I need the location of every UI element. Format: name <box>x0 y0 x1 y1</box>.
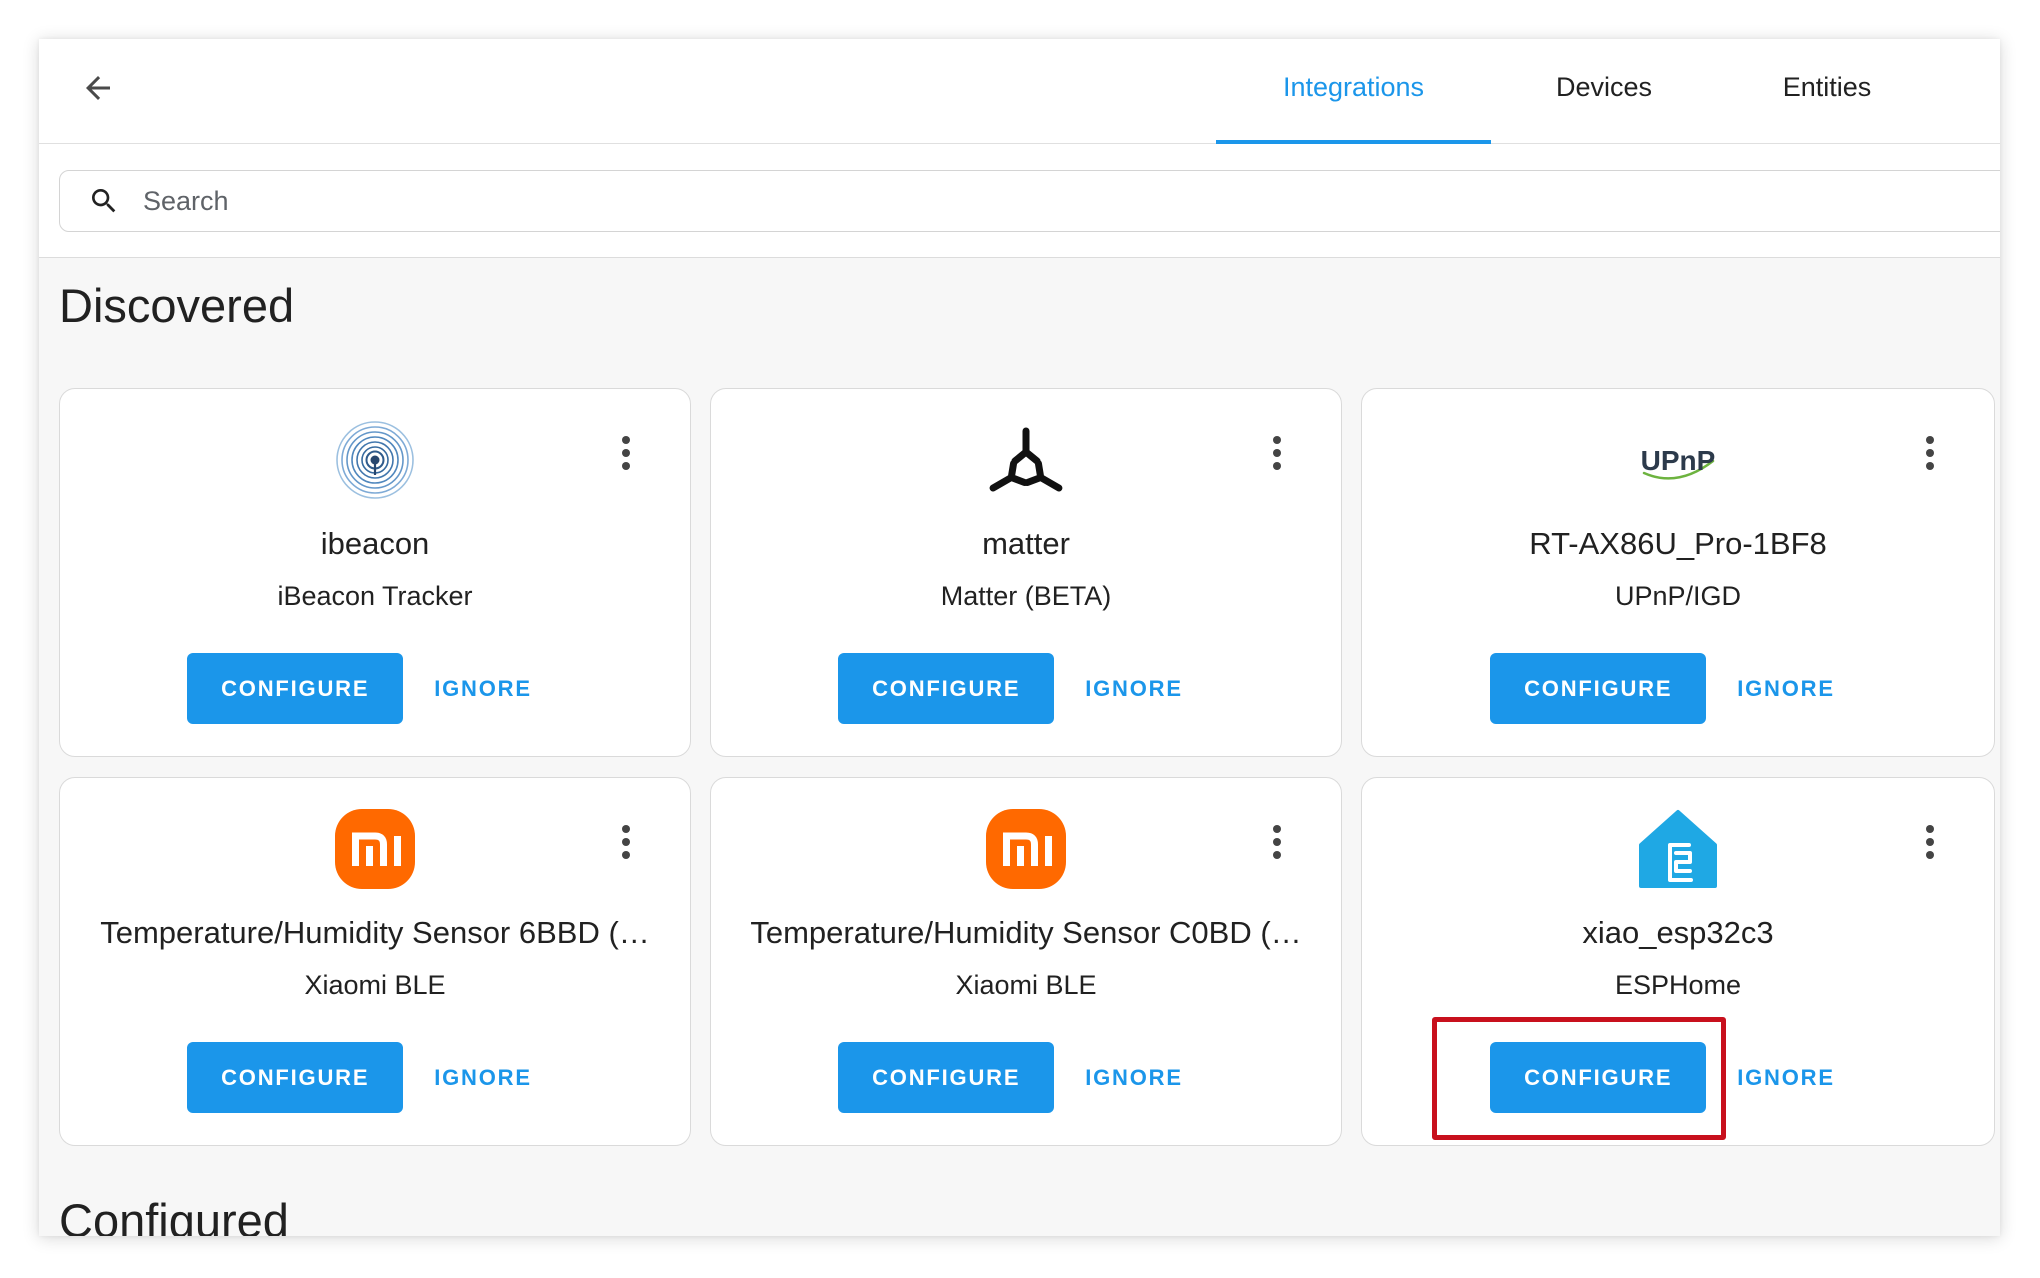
configure-button[interactable]: CONFIGURE <box>187 653 404 724</box>
tab-integrations[interactable]: Integrations <box>1216 39 1491 144</box>
card-actions: CONFIGURE IGNORE <box>711 1042 1341 1113</box>
search-box[interactable] <box>59 170 2000 232</box>
configured-heading: Configured <box>59 1194 289 1236</box>
xiaomi-icon <box>986 809 1066 889</box>
card-title: matter <box>982 526 1070 561</box>
card-title: Temperature/Humidity Sensor 6BBD (… <box>100 915 650 950</box>
card-menu-button[interactable] <box>602 429 650 477</box>
esphome-icon <box>1638 809 1718 889</box>
card-actions: CONFIGURE IGNORE <box>1362 653 1994 724</box>
more-options-icon <box>622 825 630 859</box>
ignore-button[interactable]: IGNORE <box>403 653 563 724</box>
matter-icon <box>986 420 1066 500</box>
tab-label: Integrations <box>1282 71 1425 102</box>
more-options-icon <box>1926 825 1934 859</box>
card-title: xiao_esp32c3 <box>1582 915 1774 950</box>
card-subtitle: Xiaomi BLE <box>304 970 446 1000</box>
ignore-button[interactable]: IGNORE <box>1054 1042 1214 1113</box>
card-actions: CONFIGURE IGNORE <box>711 653 1341 724</box>
tab-bar: Integrations Devices Entities <box>1216 39 1937 144</box>
ibeacon-icon <box>335 420 415 500</box>
card-actions: CONFIGURE IGNORE <box>60 1042 690 1113</box>
back-button[interactable] <box>74 64 122 112</box>
ignore-button[interactable]: IGNORE <box>403 1042 563 1113</box>
discovered-card-xiaomi-6bbd: Temperature/Humidity Sensor 6BBD (… Xiao… <box>59 777 691 1146</box>
card-menu-button[interactable] <box>1906 429 1954 477</box>
more-options-icon <box>1926 436 1934 470</box>
tab-entities[interactable]: Entities <box>1717 39 1937 143</box>
search-row <box>39 144 2000 258</box>
ignore-button[interactable]: IGNORE <box>1706 1042 1866 1113</box>
card-subtitle: UPnP/IGD <box>1614 581 1742 611</box>
ignore-button[interactable]: IGNORE <box>1054 653 1214 724</box>
more-options-icon <box>1273 825 1281 859</box>
configure-button[interactable]: CONFIGURE <box>187 1042 404 1113</box>
xiaomi-icon <box>335 809 415 889</box>
configure-button[interactable]: CONFIGURE <box>838 653 1055 724</box>
card-menu-button[interactable] <box>1906 818 1954 866</box>
card-title: ibeacon <box>320 526 430 561</box>
search-input[interactable] <box>143 171 1843 231</box>
discovered-card-upnp: UPnP RT-AX86U_Pro-1BF8 UPnP/IGD CONFIGUR… <box>1361 388 1995 757</box>
tab-devices[interactable]: Devices <box>1491 39 1717 143</box>
card-menu-button[interactable] <box>1253 429 1301 477</box>
card-menu-button[interactable] <box>602 818 650 866</box>
card-title: RT-AX86U_Pro-1BF8 <box>1529 526 1827 561</box>
card-title: Temperature/Humidity Sensor C0BD (… <box>750 915 1302 950</box>
ignore-button[interactable]: IGNORE <box>1706 653 1866 724</box>
card-subtitle: ESPHome <box>1614 970 1742 1000</box>
configure-button[interactable]: CONFIGURE <box>838 1042 1055 1113</box>
upnp-icon: UPnP <box>1638 420 1718 500</box>
search-icon <box>88 185 120 217</box>
top-bar: Integrations Devices Entities <box>39 39 2000 144</box>
card-menu-button[interactable] <box>1253 818 1301 866</box>
discovered-card-xiaomi-c0bd: Temperature/Humidity Sensor C0BD (… Xiao… <box>710 777 1342 1146</box>
card-subtitle: Xiaomi BLE <box>955 970 1097 1000</box>
more-options-icon <box>1273 436 1281 470</box>
card-actions: CONFIGURE IGNORE <box>60 653 690 724</box>
card-subtitle: Matter (BETA) <box>940 581 1112 611</box>
discovered-heading: Discovered <box>59 279 295 332</box>
tab-label: Devices <box>1555 71 1653 102</box>
configure-button[interactable]: CONFIGURE <box>1490 653 1707 724</box>
discovered-card-ibeacon: ibeacon iBeacon Tracker CONFIGURE IGNORE <box>59 388 691 757</box>
back-arrow-icon <box>86 76 110 100</box>
more-options-icon <box>622 436 630 470</box>
tab-label: Entities <box>1782 71 1872 102</box>
upnp-logo-text: UPnP <box>1641 445 1716 476</box>
card-subtitle: iBeacon Tracker <box>277 581 473 611</box>
highlight-box <box>1432 1017 1726 1140</box>
discovered-card-matter: matter Matter (BETA) CONFIGURE IGNORE <box>710 388 1342 757</box>
